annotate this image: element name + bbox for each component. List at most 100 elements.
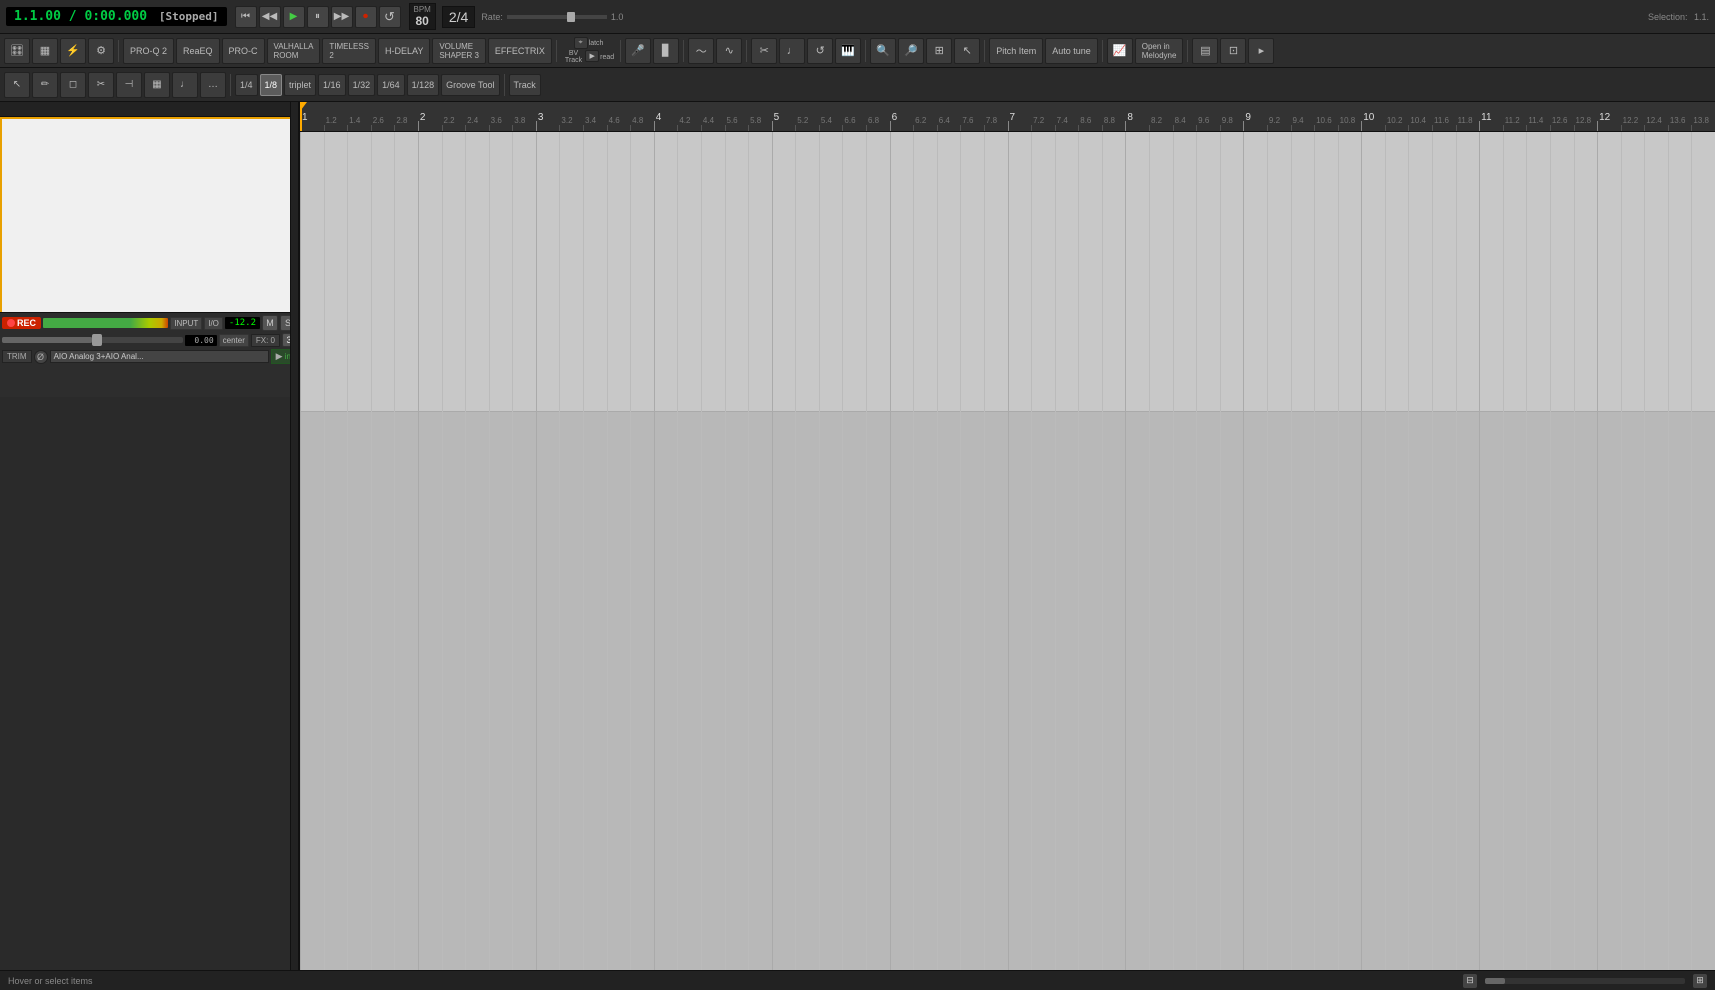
grid-line-minor xyxy=(1267,132,1268,970)
fraction-1-32[interactable]: 1/32 xyxy=(348,74,376,96)
timeline-ruler[interactable]: 11.21.42.62.822.22.43.63.833.23.44.64.84… xyxy=(300,102,1715,132)
grid-line-minor xyxy=(1385,132,1386,970)
tool-eraser[interactable]: ◻ xyxy=(60,72,86,98)
fraction-1-8[interactable]: 1/8 xyxy=(260,74,283,96)
tool-more[interactable]: … xyxy=(200,72,226,98)
cursor-icon-btn[interactable]: ↖ xyxy=(954,38,980,64)
mixer-icon-btn[interactable]: 🎛 xyxy=(4,38,30,64)
pitch-graph-icon[interactable]: 📈 xyxy=(1107,38,1133,64)
rec-button[interactable]: REC xyxy=(2,317,41,329)
tool-cut[interactable]: ✂ xyxy=(88,72,114,98)
reaeq-button[interactable]: ReaEQ xyxy=(176,38,220,64)
center-pan-label[interactable]: center xyxy=(219,334,249,347)
rec-level-meter xyxy=(43,318,168,328)
tool-select[interactable]: ↖ xyxy=(4,72,30,98)
extra-icon-1[interactable]: ▤ xyxy=(1192,38,1218,64)
loop-button[interactable]: ↺ xyxy=(379,6,401,28)
open-melodyne-button[interactable]: Open inMelodyne xyxy=(1135,38,1184,64)
note-icon-btn[interactable]: ♩ xyxy=(779,38,805,64)
play-button[interactable]: ▶ xyxy=(283,6,305,28)
grid-line-minor xyxy=(1621,132,1622,970)
wave-icon-btn[interactable]: 〜 xyxy=(688,38,714,64)
piano-icon-btn[interactable]: 🎹 xyxy=(835,38,861,64)
grid-line-major xyxy=(890,132,891,970)
timeless-button[interactable]: TIMELESS2 xyxy=(322,38,376,64)
io-label[interactable]: I/O xyxy=(204,317,223,330)
plugin-separator-5 xyxy=(746,40,747,62)
rate-slider[interactable] xyxy=(507,15,607,19)
effectrix-button[interactable]: EFFECTRIX xyxy=(488,38,552,64)
status-right: ⊟ ⊞ xyxy=(1463,974,1707,988)
trim-button[interactable]: TRIM xyxy=(2,350,32,363)
grid-line-minor xyxy=(347,132,348,970)
fraction-1-128[interactable]: 1/128 xyxy=(407,74,440,96)
forward-button[interactable]: ▶▶ xyxy=(331,6,353,28)
env-icon-btn[interactable]: ∿ xyxy=(716,38,742,64)
zoom-fit-icon-btn[interactable]: ⊞ xyxy=(926,38,952,64)
plugin-separator-7 xyxy=(984,40,985,62)
pause-button[interactable]: ⏸ xyxy=(307,6,329,28)
ruler-marks-container: 11.21.42.62.822.22.43.63.833.23.44.64.84… xyxy=(300,102,1715,131)
bpm-section[interactable]: BPM 80 xyxy=(409,3,436,30)
tool-pencil[interactable]: ✏ xyxy=(32,72,58,98)
zoom-out-icon-btn[interactable]: 🔎 xyxy=(898,38,924,64)
time-signature[interactable]: 2/4 xyxy=(442,6,475,28)
scissors-icon-btn[interactable]: ✂ xyxy=(751,38,777,64)
rewind-button[interactable]: ◀◀ xyxy=(259,6,281,28)
grid-line-minor xyxy=(1644,132,1645,970)
vol-slider[interactable] xyxy=(2,337,183,343)
settings-icon-btn[interactable]: ⚙ xyxy=(88,38,114,64)
fraction-1-64[interactable]: 1/64 xyxy=(377,74,405,96)
tracks-grid[interactable] xyxy=(300,132,1715,970)
grid-line-minor xyxy=(465,132,466,970)
mic-icon-btn[interactable]: 🎤 xyxy=(625,38,651,64)
grid-icon-btn[interactable]: ▦ xyxy=(32,38,58,64)
groove-tool-btn[interactable]: Groove Tool xyxy=(441,74,499,96)
fx-button[interactable]: FX: 0 xyxy=(251,334,280,347)
pro-q2-button[interactable]: PRO-Q 2 xyxy=(123,38,174,64)
record-button[interactable]: ⏺ xyxy=(355,6,377,28)
tool-grid[interactable]: ▦ xyxy=(144,72,170,98)
grid-line-minor xyxy=(607,132,608,970)
grid-line-minor xyxy=(1173,132,1174,970)
extra-icon-3[interactable]: ▸ xyxy=(1248,38,1274,64)
grid-line-minor xyxy=(1055,132,1056,970)
fraction-1-16[interactable]: 1/16 xyxy=(318,74,346,96)
selection-label: Selection: 1.1. xyxy=(1648,12,1709,22)
pitch-item-button[interactable]: Pitch Item xyxy=(989,38,1043,64)
input-label[interactable]: INPUT xyxy=(170,317,202,330)
cpu-icon-btn[interactable]: ⚡ xyxy=(60,38,86,64)
mute-button[interactable]: M xyxy=(262,315,278,331)
grid-line-minor xyxy=(1432,132,1433,970)
track-panel-scrollbar[interactable] xyxy=(290,102,298,970)
grid-line-minor xyxy=(748,132,749,970)
pro-c-button[interactable]: PRO-C xyxy=(222,38,265,64)
input-select[interactable]: AIO Analog 3+AIO Anal... xyxy=(50,350,269,363)
grid-lower xyxy=(300,412,1715,970)
fraction-1-4[interactable]: 1/4 xyxy=(235,74,258,96)
status-scrollbar[interactable] xyxy=(1485,978,1685,984)
fraction-triplet[interactable]: triplet xyxy=(284,74,316,96)
grid-line-minor xyxy=(1031,132,1032,970)
valhalla-room-button[interactable]: VALHALLAROOM xyxy=(267,38,321,64)
auto-tune-button[interactable]: Auto tune xyxy=(1045,38,1098,64)
latch-icon[interactable]: ⌖ xyxy=(574,37,588,49)
zoom-in-icon-btn[interactable]: 🔍 xyxy=(870,38,896,64)
track-btn[interactable]: Track xyxy=(509,74,541,96)
rewind-to-start-button[interactable]: ⏮ xyxy=(235,6,257,28)
bar-chart-icon-btn[interactable]: ▊ xyxy=(653,38,679,64)
volume-shaper-button[interactable]: VOLUMESHAPER 3 xyxy=(432,38,486,64)
loop-icon-btn[interactable]: ↺ xyxy=(807,38,833,64)
track-header-bar xyxy=(0,102,298,117)
grid-line-minor xyxy=(371,132,372,970)
read-icon[interactable]: ▶ xyxy=(585,50,599,62)
extra-icon-2[interactable]: ⊡ xyxy=(1220,38,1246,64)
plugin-separator-8 xyxy=(1102,40,1103,62)
tool-midi[interactable]: ♩ xyxy=(172,72,198,98)
grid-line-major xyxy=(654,132,655,970)
h-delay-button[interactable]: H-DELAY xyxy=(378,38,430,64)
tool-stretch[interactable]: ⊣ xyxy=(116,72,142,98)
phase-button[interactable]: Ø xyxy=(34,350,48,364)
track-panel: REC INPUT I/O -12.2 M S xyxy=(0,102,300,970)
vol-row: 0.00 center FX: 0 3 xyxy=(2,333,296,347)
